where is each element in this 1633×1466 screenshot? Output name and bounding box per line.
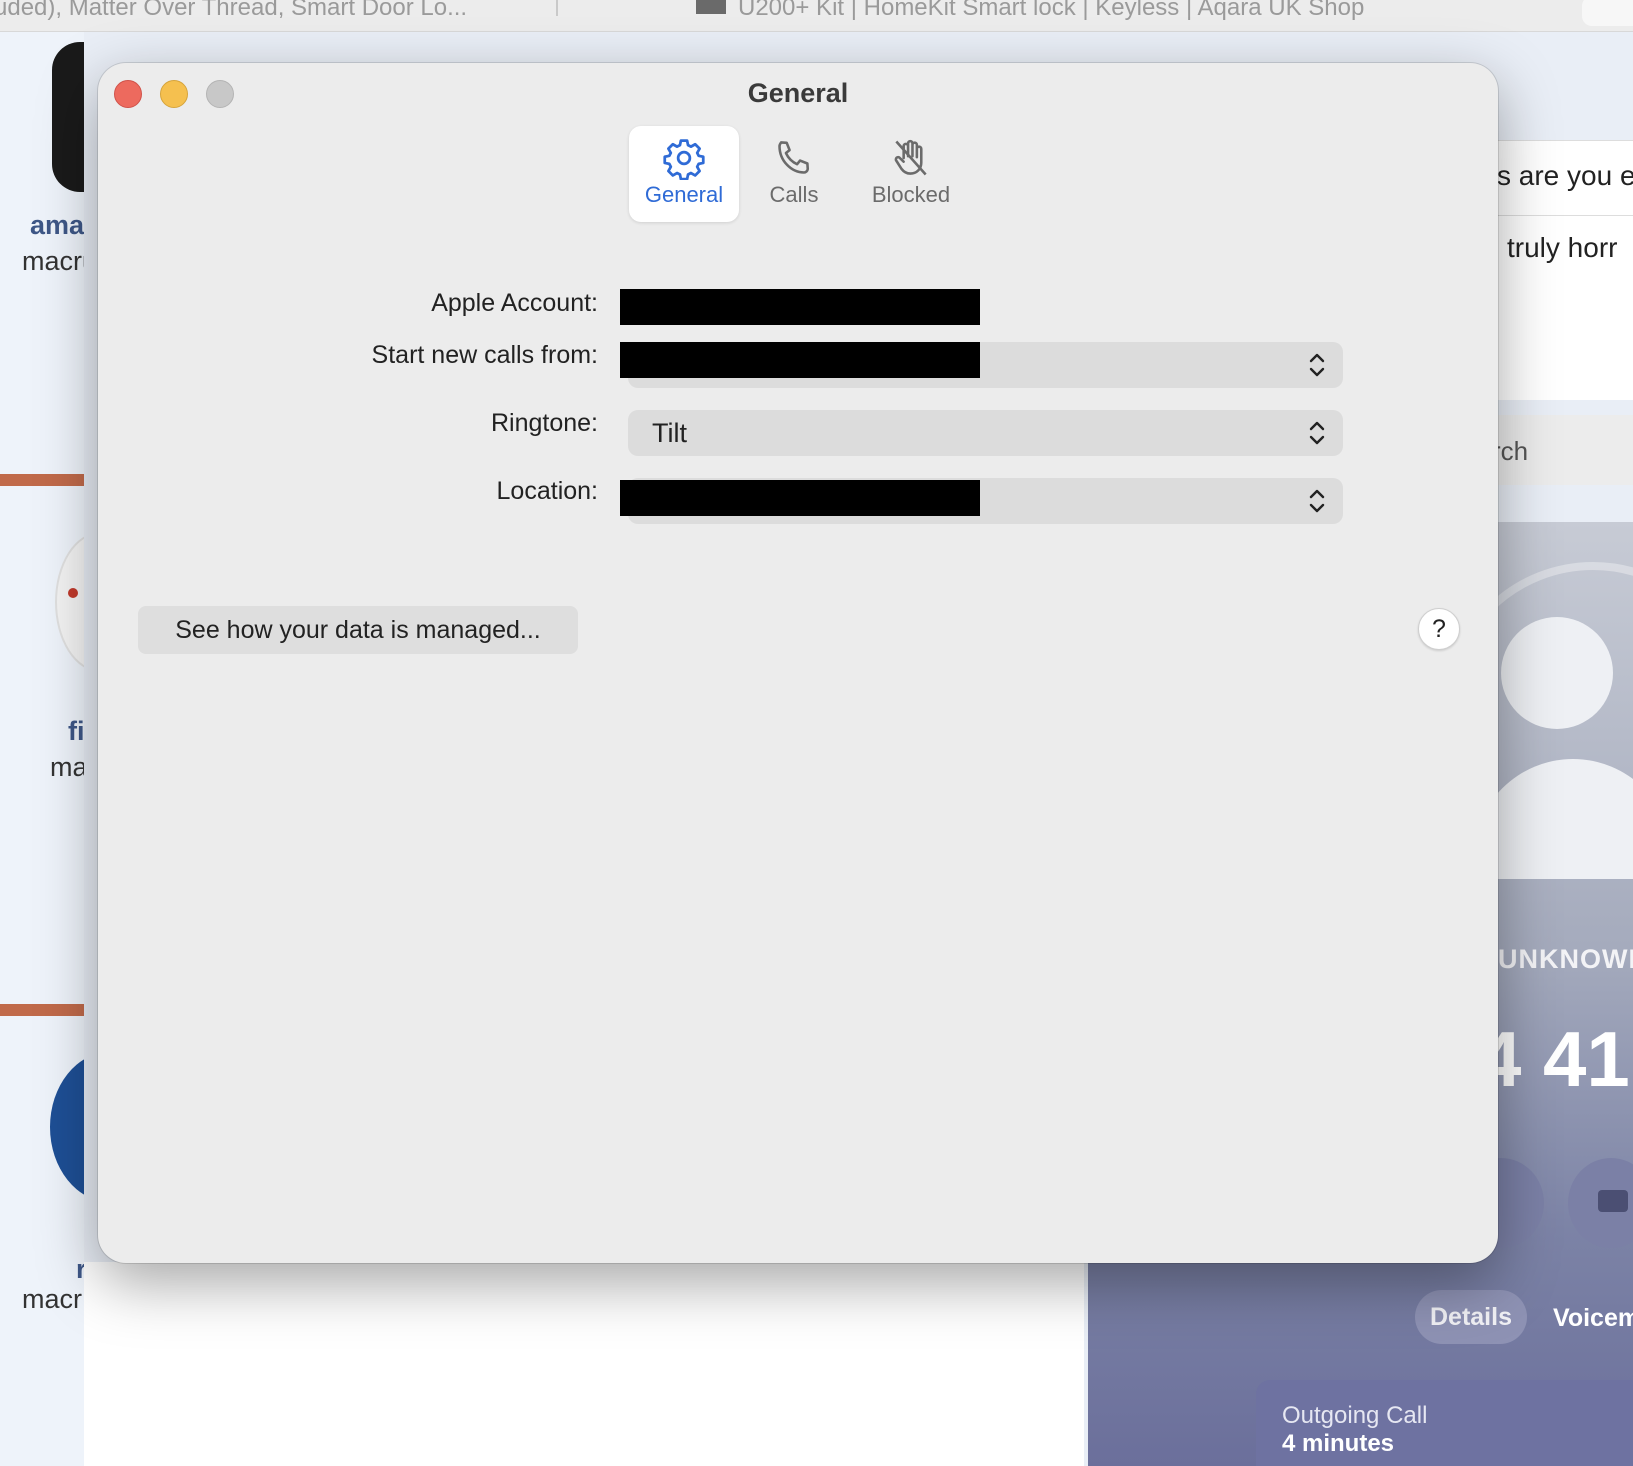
list-item-title: ama bbox=[30, 210, 84, 240]
caller-name: UNKNOWN bbox=[1498, 944, 1633, 974]
voicemail-tab[interactable]: Voicem bbox=[1553, 1304, 1633, 1333]
article-text: s are you e bbox=[1497, 160, 1633, 191]
list-item-subtitle: macru bbox=[22, 246, 84, 276]
call-type: Outgoing Call bbox=[1282, 1402, 1428, 1429]
tab-calls-label: Calls bbox=[769, 182, 819, 207]
apple-account-label: Apple Account: bbox=[431, 289, 598, 317]
list-item-subtitle: ma bbox=[50, 752, 84, 782]
chevron-updown-icon bbox=[1309, 353, 1325, 377]
tab-blocked[interactable]: Blocked bbox=[850, 126, 972, 222]
divider bbox=[0, 474, 84, 486]
apple-account-value-redacted bbox=[620, 289, 980, 325]
caller-number: 4 41 bbox=[1478, 1015, 1630, 1103]
tab-general-label: General bbox=[644, 182, 724, 207]
hand-icon bbox=[894, 139, 927, 176]
location-value-redacted bbox=[620, 480, 980, 516]
tab-separator bbox=[556, 0, 558, 16]
list-item-title: fi bbox=[68, 716, 84, 746]
location-label: Location: bbox=[496, 477, 598, 505]
ringtone-label: Ringtone: bbox=[490, 409, 598, 437]
settings-window: General General Calls Blocked Apple Acco… bbox=[98, 63, 1498, 1263]
chevron-updown-icon bbox=[1309, 489, 1325, 513]
details-tab[interactable]: Details bbox=[1415, 1290, 1527, 1344]
background-left-panel: ama macru fi ma r macr bbox=[0, 32, 84, 1466]
video-camera-icon bbox=[1598, 1190, 1628, 1212]
list-item-subtitle: macr bbox=[22, 1284, 82, 1314]
clock-dot bbox=[68, 588, 78, 598]
start-calls-value-redacted bbox=[620, 342, 980, 378]
call-duration: 4 minutes bbox=[1282, 1430, 1395, 1457]
divider bbox=[0, 1004, 84, 1016]
ringtone-value: Tilt bbox=[652, 418, 687, 448]
window-title: General bbox=[747, 78, 849, 108]
tab-general[interactable]: General bbox=[629, 126, 739, 222]
chevron-updown-icon bbox=[1309, 421, 1325, 445]
browser-tab[interactable]: U200+ Kit | HomeKit Smart lock | Keyless… bbox=[738, 0, 1364, 22]
background-content bbox=[84, 1262, 1084, 1466]
tab-blocked-label: Blocked bbox=[871, 182, 951, 207]
tab-favicon-icon bbox=[696, 0, 726, 14]
browser-tab[interactable]: uded), Matter Over Thread, Smart Door Lo… bbox=[0, 0, 467, 22]
app-icon bbox=[50, 1052, 84, 1202]
app-icon bbox=[52, 42, 84, 192]
tab-bar-button[interactable] bbox=[1582, 0, 1633, 26]
browser-tab-bar: uded), Matter Over Thread, Smart Door Lo… bbox=[0, 0, 1633, 32]
start-calls-label: Start new calls from: bbox=[371, 341, 598, 369]
tab-calls[interactable]: Calls bbox=[744, 126, 844, 222]
list-item-title: r bbox=[76, 1254, 84, 1284]
data-management-button[interactable]: See how your data is managed... bbox=[138, 606, 578, 654]
help-button[interactable]: ? bbox=[1418, 608, 1460, 650]
clock-icon bbox=[55, 532, 84, 672]
ringtone-popup[interactable]: Tilt bbox=[628, 410, 1343, 456]
phone-icon bbox=[778, 141, 810, 174]
gear-icon bbox=[663, 139, 705, 180]
article-text: truly horr bbox=[1507, 232, 1618, 263]
avatar-icon bbox=[1501, 617, 1613, 729]
